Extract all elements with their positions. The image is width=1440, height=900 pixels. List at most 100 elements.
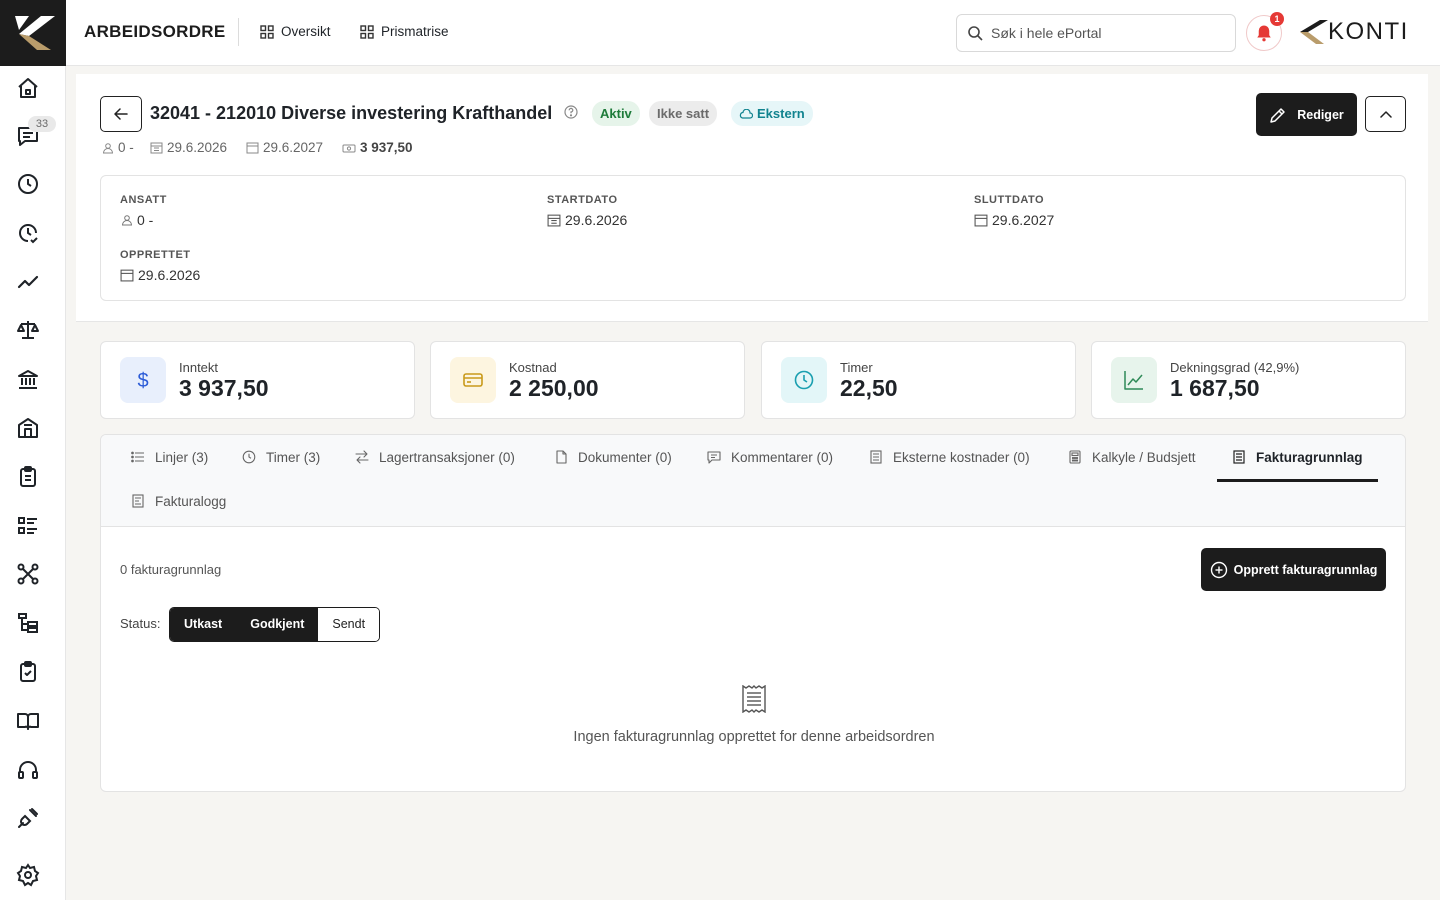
nav-settings[interactable] xyxy=(14,861,42,889)
calendar-icon xyxy=(974,214,988,227)
app-title: ARBEIDSORDRE xyxy=(84,22,226,41)
invoice-count: 0 fakturagrunnlag xyxy=(120,562,222,577)
ansatt-label: ANSATT xyxy=(120,194,167,206)
opprettet-value: 29.6.2026 xyxy=(120,267,200,283)
nav-time[interactable] xyxy=(14,170,42,198)
tab-linjer[interactable]: Linjer (3) xyxy=(131,445,208,469)
receipt-icon xyxy=(870,450,882,464)
stat-value: 3 937,50 xyxy=(179,375,269,401)
stat-label: Dekningsgrad (42,9%) xyxy=(1170,360,1300,375)
empty-state-icon xyxy=(741,685,767,713)
clipboard-check-icon xyxy=(20,661,36,682)
collapse-button[interactable] xyxy=(1365,96,1406,132)
nav-docs[interactable] xyxy=(14,707,42,735)
stat-card-kostnad: Kostnad 2 250,00 xyxy=(430,341,745,419)
stat-label: Inntekt xyxy=(179,360,219,375)
tab-label: Dokumenter (0) xyxy=(578,449,672,465)
tree-icon xyxy=(18,613,38,633)
tab-label: Linjer (3) xyxy=(155,449,209,465)
global-search[interactable] xyxy=(956,14,1236,52)
plug-icon xyxy=(18,808,38,828)
nav-lists[interactable] xyxy=(14,512,42,540)
edit-button[interactable]: Rediger xyxy=(1256,93,1357,136)
calendar-icon xyxy=(150,142,163,154)
meta-start: 29.6.2026 xyxy=(150,140,227,155)
nav-analytics[interactable] xyxy=(14,268,42,296)
status-option-godkjent[interactable]: Godkjent xyxy=(236,608,319,641)
nav-plugins[interactable] xyxy=(14,804,42,832)
nav-structure[interactable] xyxy=(14,609,42,637)
state-badge: Ikke satt xyxy=(649,101,718,126)
nav-integrations[interactable] xyxy=(14,560,42,588)
cloud-icon xyxy=(739,108,753,119)
receipt-icon xyxy=(1233,450,1245,464)
header-divider xyxy=(238,18,239,46)
stat-icon-box: $ xyxy=(120,357,166,403)
meta-end-value: 29.6.2027 xyxy=(263,140,324,155)
meta-start-value: 29.6.2026 xyxy=(167,140,228,155)
sidebar: 33 xyxy=(0,0,66,900)
order-details: ANSATT 0 - STARTDATO 29.6.2026 SLUTTDATO… xyxy=(100,175,1406,301)
tab-kalkyle-budsjett[interactable]: Kalkyle / Budsjett xyxy=(1068,445,1196,469)
clock-icon xyxy=(18,174,38,194)
back-button[interactable] xyxy=(100,96,142,132)
search-icon xyxy=(968,26,983,41)
tab-fakturalogg[interactable]: Fakturalogg xyxy=(131,489,226,513)
opprettet-label: OPPRETTET xyxy=(120,249,191,261)
clock-icon xyxy=(242,450,256,464)
calendar-icon xyxy=(120,269,134,282)
book-icon xyxy=(17,713,39,730)
clipboard-icon xyxy=(20,466,36,487)
bell-icon xyxy=(1257,25,1271,42)
top-bar: ARBEIDSORDRE Oversikt Prismatrise 1 KONT… xyxy=(66,0,1440,66)
help-icon[interactable] xyxy=(564,105,578,119)
nav-support[interactable] xyxy=(14,756,42,784)
nav-property[interactable] xyxy=(14,414,42,442)
user-icon xyxy=(121,215,133,226)
pencil-icon xyxy=(1270,107,1285,123)
startdato-value: 29.6.2026 xyxy=(547,212,627,228)
tab-eksterne-kostnader[interactable]: Eksterne kostnader (0) xyxy=(869,445,1030,469)
search-input[interactable] xyxy=(991,25,1221,41)
meta-amount-value: 3 937,50 xyxy=(360,140,413,155)
calculator-icon xyxy=(1069,450,1081,464)
konti-logo-icon xyxy=(15,16,55,50)
clock-icon xyxy=(794,370,814,390)
bank-icon xyxy=(18,370,38,389)
arrow-left-icon xyxy=(114,108,128,120)
nav-home[interactable] xyxy=(14,74,42,102)
stat-label: Timer xyxy=(840,360,873,375)
tab-lagertransaksjoner[interactable]: Lagertransaksjoner (0) xyxy=(355,445,515,469)
nav-tasks[interactable] xyxy=(14,463,42,491)
logo[interactable] xyxy=(0,0,66,66)
nav-balance[interactable] xyxy=(14,316,42,344)
tab-dokumenter[interactable]: Dokumenter (0) xyxy=(554,445,672,469)
konti-mark-icon xyxy=(1300,20,1328,44)
status-option-utkast[interactable]: Utkast xyxy=(170,608,237,641)
create-invoice-label: Opprett fakturagrunnlag xyxy=(1233,562,1378,577)
plus-circle-icon xyxy=(1210,561,1227,578)
home-icon xyxy=(18,78,38,98)
create-invoice-button[interactable]: Opprett fakturagrunnlag xyxy=(1201,548,1386,591)
swap-icon xyxy=(355,450,369,464)
stat-value: 22,50 xyxy=(840,375,898,401)
tab-fakturagrunnlag[interactable]: Fakturagrunnlag xyxy=(1232,445,1363,469)
messages-badge: 33 xyxy=(28,116,56,132)
nav-prismatrise[interactable]: Prismatrise xyxy=(360,24,449,39)
trend-icon xyxy=(17,275,39,289)
nav-bank[interactable] xyxy=(14,365,42,393)
stat-icon-box xyxy=(781,357,827,403)
nav-time-approval[interactable] xyxy=(14,219,42,247)
grid-icon xyxy=(260,24,274,39)
tab-label: Lagertransaksjoner (0) xyxy=(379,449,515,465)
tab-kommentarer[interactable]: Kommentarer (0) xyxy=(707,445,833,469)
empty-state-text: Ingen fakturagrunnlag opprettet for denn… xyxy=(573,729,935,745)
tab-timer[interactable]: Timer (3) xyxy=(242,445,320,469)
notification-count: 1 xyxy=(1270,12,1284,26)
nav-checklists[interactable] xyxy=(14,658,42,686)
status-option-sendt[interactable]: Sendt xyxy=(318,608,380,641)
type-badge: Ekstern xyxy=(731,101,813,126)
nav-oversikt[interactable]: Oversikt xyxy=(260,24,331,39)
stat-label: Kostnad xyxy=(509,360,557,375)
status-filter: Utkast Godkjent Sendt xyxy=(169,607,381,642)
